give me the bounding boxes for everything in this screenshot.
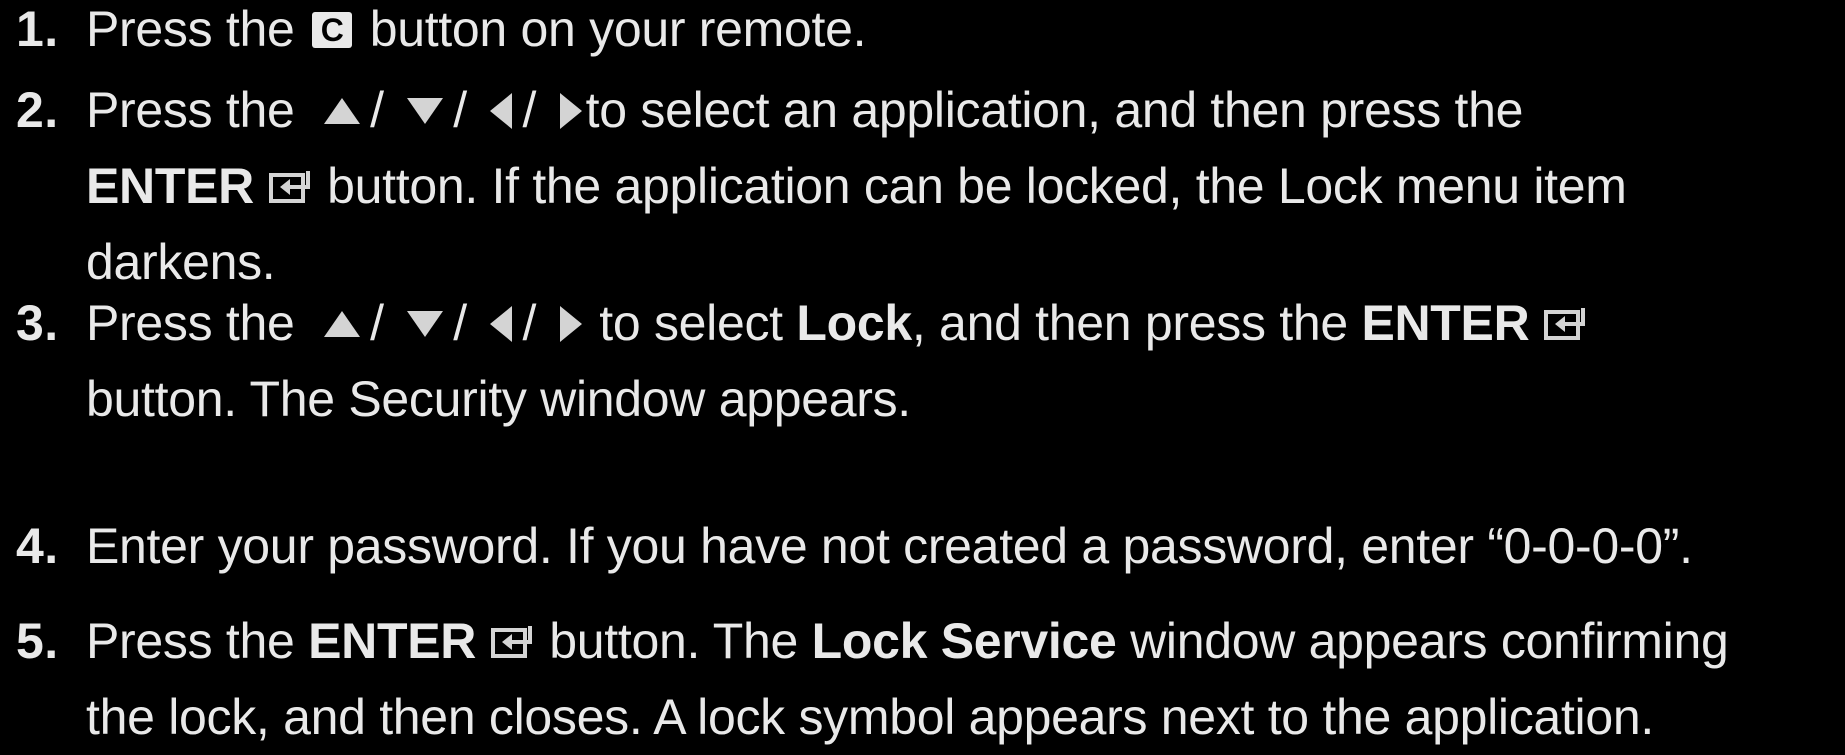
step-text: Press the / / / to select an application… — [86, 72, 1841, 300]
step-text-pre: Press the — [86, 613, 309, 669]
enter-label: ENTER — [86, 158, 254, 214]
step-text: Press the / / / to select Lock, and then… — [86, 285, 1841, 437]
separator: / — [370, 82, 384, 138]
separator: / — [522, 82, 537, 138]
instruction-steps: 1. Press the C button on your remote. 2.… — [0, 0, 1845, 745]
enter-icon — [1543, 306, 1589, 342]
step-number: 1. — [16, 1, 59, 57]
step-text-line2: button. The Security window appears. — [86, 371, 911, 427]
lock-label: Lock — [796, 295, 912, 351]
step-text-line1: Enter your password. If you have not cre… — [86, 518, 1693, 574]
step-text-mid2: , and then press the — [911, 295, 1362, 351]
step-text-mid: button. The — [535, 613, 812, 669]
step-text-pre: Press the — [86, 1, 295, 57]
step-number: 4. — [16, 518, 59, 574]
step-text-line2: button. If the application can be locked… — [313, 158, 1627, 214]
triangle-up-icon — [322, 309, 362, 339]
separator: / — [370, 295, 384, 351]
separator: / — [453, 295, 467, 351]
step-text: Press the ENTER button. The Lock Service… — [86, 603, 1841, 755]
triangle-up-icon — [322, 96, 362, 126]
triangle-right-icon — [558, 304, 584, 344]
separator: / — [453, 82, 467, 138]
triangle-right-icon — [558, 91, 584, 131]
step-text: Press the C button on your remote. — [86, 0, 1841, 67]
lock-service-label: Lock Service — [811, 613, 1117, 669]
enter-label: ENTER — [308, 613, 477, 669]
step-number: 2. — [16, 82, 59, 138]
triangle-down-icon — [405, 96, 445, 126]
step-text-post: to select an application, and then press… — [585, 82, 1524, 138]
enter-icon — [268, 169, 314, 205]
step-number: 3. — [16, 295, 59, 351]
step-text-post: button on your remote. — [369, 1, 867, 57]
enter-icon — [490, 624, 536, 660]
triangle-left-icon — [488, 91, 514, 131]
step-text-pre: Press the — [86, 82, 295, 138]
triangle-down-icon — [405, 309, 445, 339]
step-text-pre: Press the — [86, 295, 295, 351]
step-number: 5. — [16, 613, 59, 669]
enter-label: ENTER — [1361, 295, 1530, 351]
triangle-left-icon — [488, 304, 514, 344]
step-text-mid: to select — [585, 295, 797, 351]
step-text: Enter your password. If you have not cre… — [86, 508, 1841, 584]
step-text-post: window appears confirming — [1116, 613, 1729, 669]
separator: / — [522, 295, 537, 351]
c-button-icon: C — [312, 11, 353, 48]
